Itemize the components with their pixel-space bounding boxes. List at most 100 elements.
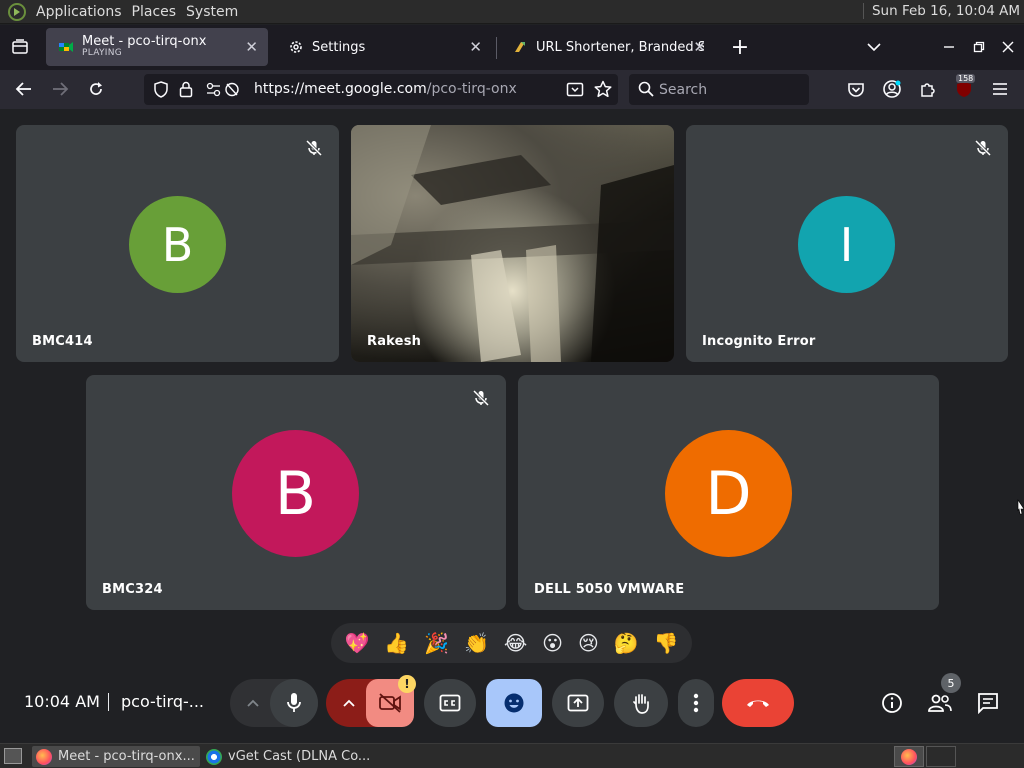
tab-settings[interactable]: Settings ✕ (276, 28, 492, 66)
meeting-time: 10:04 AM (24, 692, 100, 711)
tab-list-icon[interactable] (9, 36, 31, 58)
closed-captions-icon (439, 694, 461, 712)
camera-warning-badge: ! (398, 675, 416, 693)
mic-button[interactable] (270, 679, 318, 727)
raise-hand-button[interactable] (614, 679, 668, 727)
pocket-icon[interactable] (845, 78, 867, 100)
video-frame-graphic (351, 125, 674, 362)
reactions-button[interactable] (486, 679, 542, 727)
restore-icon[interactable] (968, 36, 990, 58)
hamburger-menu-icon[interactable] (989, 78, 1011, 100)
people-count-badge: 5 (941, 673, 961, 693)
reaction-surprised[interactable]: 😮 (542, 631, 563, 655)
participant-tile-dell-5050-vmware[interactable]: D DELL 5050 VMWARE (518, 375, 939, 610)
present-screen-icon (567, 694, 589, 712)
reaction-sad[interactable]: 😢 (578, 631, 599, 655)
firefox-icon (36, 748, 52, 765)
participant-tile-incognito-error[interactable]: I Incognito Error (686, 125, 1008, 362)
reaction-thinking[interactable]: 🤔 (614, 631, 639, 655)
avatar: B (129, 196, 226, 293)
meet-favicon-icon (59, 42, 73, 52)
taskbar-item-label: Meet - pco-tirq-onx... (58, 749, 195, 764)
menu-system[interactable]: System (186, 4, 238, 20)
show-desktop-icon[interactable] (4, 748, 22, 764)
nav-bar: https://meet.google.com/pco-tirq-onx Sea… (0, 70, 1024, 109)
taskbar-item-meet[interactable]: Meet - pco-tirq-onx... (32, 746, 200, 767)
panel-clock[interactable]: Sun Feb 16, 10:04 AM (862, 3, 1020, 19)
audio-options-chevron-icon[interactable] (246, 698, 260, 708)
participant-name: DELL 5050 VMWARE (534, 582, 685, 597)
video-off-icon (379, 693, 401, 713)
participant-tile-rakesh[interactable]: Rakesh (351, 125, 674, 362)
participant-tile-bmc414[interactable]: B BMC414 (16, 125, 339, 362)
lock-icon[interactable] (179, 81, 193, 98)
new-tab-icon[interactable]: + (729, 35, 751, 60)
chat-button[interactable] (968, 683, 1008, 723)
meet-stage: B BMC414 Rakesh I Incognito Error B BMC3… (0, 109, 1024, 743)
leave-call-button[interactable] (722, 679, 794, 727)
ublock-badge: 158 (956, 74, 976, 83)
bookmark-star-icon[interactable] (594, 80, 612, 98)
meeting-details-button[interactable] (872, 683, 912, 723)
screen-share-indicator-icon[interactable] (566, 81, 584, 98)
hang-up-icon (747, 700, 769, 707)
avatar: B (232, 430, 359, 557)
url-text: https://meet.google.com/pco-tirq-onx (254, 81, 517, 97)
menu-places[interactable]: Places (132, 4, 177, 20)
gear-icon (290, 41, 302, 53)
reaction-laugh[interactable]: 😂 (504, 631, 527, 655)
permissions-icon[interactable] (206, 82, 240, 97)
tab-bar: Meet - pco-tirq-onx PLAYING ✕ Settings ✕… (0, 25, 1024, 70)
reaction-thumbs-down[interactable]: 👎 (654, 631, 679, 655)
url-host: https://meet.google.com (254, 81, 427, 97)
present-button[interactable] (552, 679, 604, 727)
avatar: I (798, 196, 895, 293)
taskbar: Meet - pco-tirq-onx... vGet Cast (DLNA C… (0, 743, 1024, 768)
close-tab-icon[interactable]: ✕ (469, 38, 482, 56)
mic-muted-icon (305, 139, 323, 157)
participant-name: BMC414 (32, 334, 93, 349)
workspace-switcher[interactable] (894, 746, 924, 767)
reaction-heart[interactable]: 💖 (344, 631, 369, 655)
shield-icon[interactable] (153, 81, 169, 98)
tab-meet[interactable]: Meet - pco-tirq-onx PLAYING ✕ (46, 28, 268, 66)
firefox-icon (901, 748, 917, 765)
extensions-puzzle-icon[interactable] (917, 78, 939, 100)
more-options-button[interactable] (678, 679, 714, 727)
participant-tile-bmc324[interactable]: B BMC324 (86, 375, 506, 610)
menu-applications[interactable]: Applications (36, 4, 122, 20)
people-button[interactable]: 5 (920, 673, 961, 723)
mic-icon (287, 693, 301, 712)
gnome-logo-icon[interactable] (8, 2, 26, 21)
chevron-down-icon[interactable] (863, 36, 885, 58)
reload-icon[interactable] (85, 78, 107, 100)
captions-button[interactable] (424, 679, 476, 727)
close-tab-icon[interactable]: ✕ (245, 38, 258, 56)
workspace-switcher-2[interactable] (926, 746, 956, 767)
search-icon (638, 81, 654, 97)
reaction-thumbs-up[interactable]: 👍 (384, 631, 409, 655)
minimize-icon[interactable] (938, 36, 960, 58)
reaction-clap[interactable]: 👏 (464, 631, 489, 655)
camera-group: ! (326, 675, 416, 727)
mouse-cursor-icon (1017, 499, 1024, 515)
reaction-party[interactable]: 🎉 (424, 631, 449, 655)
taskbar-item-label: vGet Cast (DLNA Co... (228, 749, 371, 764)
tab-url-shortener[interactable]: URL Shortener, Branded Sh ✕ (500, 28, 718, 66)
ublock-icon[interactable]: 158 (953, 74, 976, 100)
video-options-chevron-icon[interactable] (342, 698, 356, 708)
close-window-icon[interactable] (997, 36, 1019, 58)
mic-muted-icon (472, 389, 490, 407)
taskbar-item-vget-cast[interactable]: vGet Cast (DLNA Co... (202, 746, 382, 767)
close-tab-icon[interactable]: ✕ (693, 38, 706, 56)
participant-name: BMC324 (102, 582, 163, 597)
avatar: D (665, 430, 792, 557)
url-path: /pco-tirq-onx (426, 81, 517, 97)
search-input[interactable]: Search (629, 74, 809, 105)
account-icon[interactable] (881, 78, 903, 100)
url-bar[interactable]: https://meet.google.com/pco-tirq-onx (144, 74, 618, 105)
control-bar: 10:04 AM pco-tirq-... ! 5 (0, 671, 1024, 733)
back-icon[interactable] (13, 78, 35, 100)
meeting-code[interactable]: pco-tirq-... (121, 692, 204, 711)
forward-icon[interactable] (49, 78, 71, 100)
